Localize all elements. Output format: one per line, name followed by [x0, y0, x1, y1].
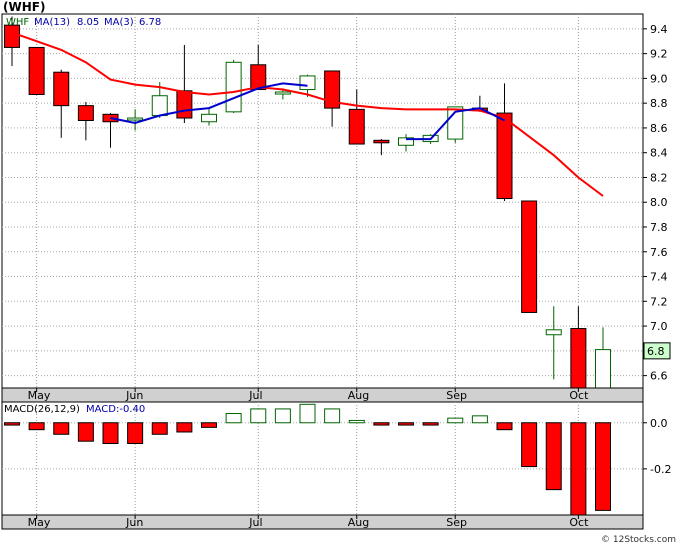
macd-bar: [496, 422, 513, 431]
macd-bar: [373, 422, 390, 426]
candle-body: [53, 71, 70, 107]
candle-body: [127, 117, 144, 121]
macd-y-tick-label: 0.0: [650, 417, 668, 430]
legend-ma3-label: MA(3): [104, 17, 134, 28]
candle-body: [250, 64, 267, 91]
price-y-tick-label: 7.0: [650, 320, 668, 333]
macd-legend-label: MACD(26,12,9): [4, 404, 80, 415]
macd-x-tick-label: Aug: [348, 516, 369, 529]
price-x-axis-strip: [1, 387, 644, 403]
price-x-tick-label: May: [28, 389, 51, 402]
candle-body: [77, 105, 94, 122]
price-y-tick-label: 7.2: [650, 295, 668, 308]
candle: [28, 46, 45, 95]
candle-body: [4, 24, 20, 48]
price-x-tick-label: Jun: [125, 389, 143, 402]
macd-bar: [151, 422, 168, 435]
macd-bar: [225, 413, 242, 424]
price-y-tick-label: 8.6: [650, 122, 668, 135]
price-x-axis: May Jun Jul Aug Sep Oct: [1, 387, 644, 403]
macd-bar: [447, 417, 464, 424]
macd-bar: [521, 422, 538, 468]
macd-bar: [570, 422, 587, 516]
macd-bar: [471, 415, 488, 424]
legend-symbol: WHF: [6, 17, 29, 28]
macd-bar: [274, 408, 291, 424]
candle: [225, 59, 242, 114]
candle-body: [545, 329, 562, 336]
macd-bar: [102, 422, 119, 445]
price-y-tick-label: 8.8: [650, 97, 668, 110]
stock-chart: 9.4 9.2 9.0 8.8 8.6 8.4 8.2 8.0 7.8 7.6 7.4 7.2 7.0 6…: [1, 13, 671, 530]
price-y-tick-label: 8.0: [650, 196, 668, 209]
macd-bar: [77, 422, 94, 442]
candle-body: [176, 90, 193, 119]
price-y-tick-label: 7.8: [650, 221, 668, 234]
price-x-tick-label: Aug: [348, 389, 369, 402]
price-x-tick-label: Sep: [446, 389, 467, 402]
candle-body: [225, 61, 242, 113]
macd-x-axis: May Jun Jul Aug Sep Oct: [1, 514, 644, 530]
macd-bar: [176, 422, 193, 433]
last-price-label: 6.8: [647, 345, 665, 358]
credit-text: © 12Stocks.com: [601, 535, 676, 545]
price-y-tick-label: 8.4: [650, 147, 668, 160]
macd-bar: [201, 422, 217, 428]
macd-x-tick-label: Jul: [248, 516, 262, 529]
candle-body: [496, 112, 513, 200]
price-y-tick-label: 9.0: [650, 72, 668, 85]
candle-body: [348, 108, 365, 145]
price-y-tick-label: 8.2: [650, 171, 668, 184]
macd-x-tick-label: May: [28, 516, 51, 529]
macd-legend-value: MACD:-0.40: [86, 404, 145, 415]
macd-bar: [28, 422, 45, 431]
price-y-tick-label: 7.4: [650, 271, 668, 284]
legend-ma13-value: 8.05: [77, 17, 99, 28]
legend-ma13-label: MA(13): [34, 17, 70, 28]
candle-body: [299, 75, 316, 91]
legend-ma3-value: 6.78: [139, 17, 161, 28]
macd-bar: [4, 422, 20, 426]
macd-bar: [250, 408, 267, 424]
candle-body: [28, 46, 45, 95]
macd-bar: [595, 422, 611, 511]
macd-y-tick-label: -0.2: [650, 463, 671, 476]
macd-bar: [422, 422, 439, 426]
macd-x-axis-strip: [1, 514, 644, 530]
macd-bar: [348, 419, 365, 424]
price-x-tick-label: Jul: [248, 389, 262, 402]
macd-x-tick-label: Oct: [569, 516, 589, 529]
price-y-tick-label: 9.4: [650, 23, 668, 36]
macd-bar: [299, 403, 316, 424]
macd-bar: [53, 422, 70, 435]
macd-x-tick-label: Jun: [125, 516, 143, 529]
candle-body: [595, 349, 611, 389]
candle-body: [201, 113, 217, 123]
price-panel: 9.4 9.2 9.0 8.8 8.6 8.4 8.2 8.0 7.8 7.6 7.4 7.2 7.0 6…: [1, 13, 671, 389]
macd-x-tick-label: Sep: [446, 516, 467, 529]
candle-body: [570, 328, 587, 389]
price-y-tick-label: 6.6: [650, 370, 668, 383]
candle-body: [274, 91, 291, 95]
price-x-tick-label: Oct: [569, 389, 589, 402]
candle: [521, 200, 538, 313]
candle-body: [151, 95, 168, 117]
candle-body: [373, 139, 390, 144]
price-y-tick-label: 7.6: [650, 246, 668, 259]
macd-bar: [398, 422, 414, 426]
macd-bar: [324, 408, 341, 424]
macd-bar: [127, 422, 144, 445]
candle-body: [521, 200, 538, 313]
macd-bar: [545, 422, 562, 491]
macd-panel: 0.0 -0.2: [1, 401, 671, 516]
price-y-tick-label: 9.2: [650, 48, 668, 61]
